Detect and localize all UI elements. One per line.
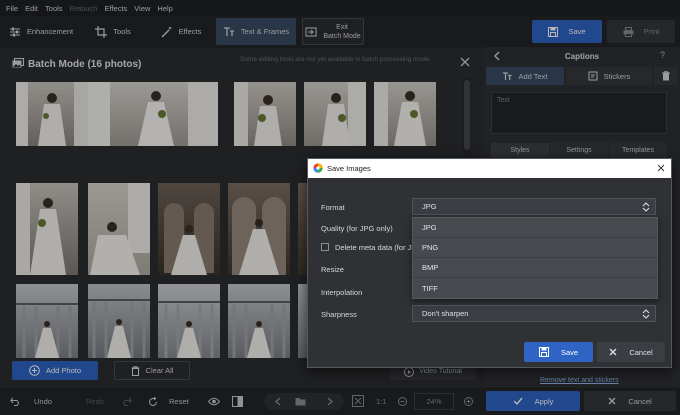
format-option-bmp[interactable]: BMP (413, 258, 657, 278)
quality-label: Quality (for JPG only) (321, 224, 393, 233)
format-selected-value: JPG (422, 202, 437, 211)
updown-arrows-icon (642, 309, 650, 319)
dialog-save-button[interactable]: Save (524, 342, 593, 362)
sharpness-selected-value: Don't sharpen (422, 309, 469, 318)
interpolation-label: Interpolation (321, 288, 363, 297)
format-option-jpg[interactable]: JPG (413, 218, 657, 238)
format-option-png[interactable]: PNG (413, 238, 657, 258)
dialog-save-label: Save (560, 347, 579, 357)
delete-meta-label: Delete meta data (for JPG (335, 243, 423, 252)
dialog-cancel-label: Cancel (629, 347, 653, 357)
floppy-disk-icon (538, 347, 549, 357)
format-label: Format (321, 203, 345, 212)
updown-arrows-icon (642, 202, 650, 212)
format-dropdown-list: JPG PNG BMP TIFF (412, 217, 658, 299)
sharpness-select[interactable]: Don't sharpen (412, 305, 656, 322)
save-images-dialog: Save Images Format JPG Quality (for JPG … (307, 158, 672, 368)
delete-meta-checkbox[interactable] (321, 243, 329, 251)
format-select[interactable]: JPG (412, 198, 656, 215)
close-icon[interactable] (656, 163, 666, 173)
sharpness-label: Sharpness (321, 310, 357, 319)
close-icon (609, 348, 617, 356)
resize-label: Resize (321, 265, 344, 274)
format-option-tiff[interactable]: TIFF (413, 278, 657, 298)
dialog-title: Save Images (327, 164, 371, 173)
app-logo-icon (313, 163, 323, 173)
dialog-cancel-button[interactable]: Cancel (597, 342, 665, 362)
